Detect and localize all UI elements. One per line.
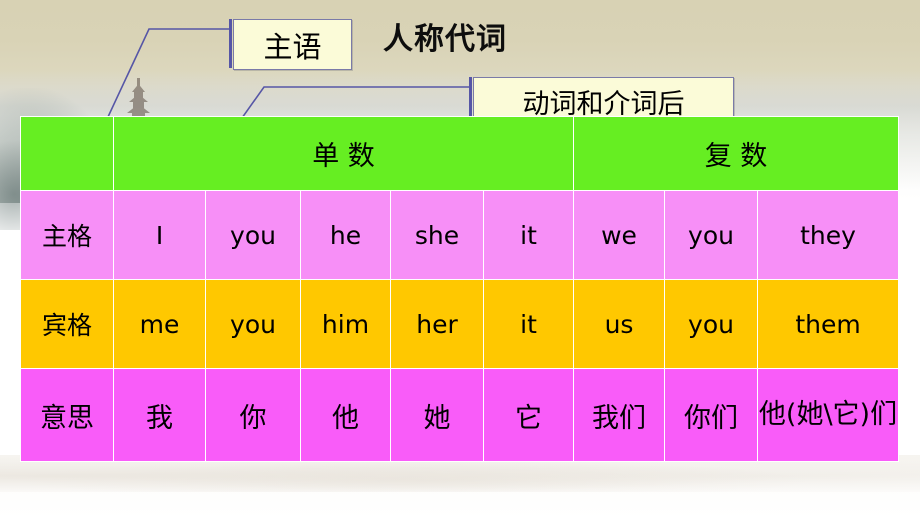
cell-meaning-7: 你们 [664, 368, 758, 462]
callout-subject-label: 主语 [263, 29, 322, 64]
personal-pronouns-table: 单 数 复 数 主格 I you he she it we you they 宾… [20, 116, 900, 462]
header-corner-cell [20, 116, 114, 191]
cell-meaning-8: 他(她\它)们 [756, 368, 900, 462]
cell-meaning-4: 她 [390, 368, 484, 462]
cell-objective-5: it [483, 279, 574, 369]
cell-subjective-4: she [390, 190, 484, 280]
table-row: 宾格 me you him her it us you them [20, 279, 900, 369]
cell-subjective-3: he [300, 190, 391, 280]
header-singular: 单 数 [113, 116, 574, 191]
cell-subjective-7: you [664, 190, 758, 280]
row-label-meaning: 意思 [20, 368, 114, 462]
table-header-row: 单 数 复 数 [20, 116, 900, 191]
cell-objective-2: you [205, 279, 301, 369]
cell-subjective-5: it [483, 190, 574, 280]
cell-meaning-5: 它 [483, 368, 574, 462]
cell-subjective-6: we [573, 190, 665, 280]
cell-objective-3: him [300, 279, 391, 369]
table-row: 主格 I you he she it we you they [20, 190, 900, 280]
row-label-subjective: 主格 [20, 190, 114, 280]
cell-meaning-3: 他 [300, 368, 391, 462]
cell-objective-1: me [113, 279, 206, 369]
cell-subjective-8: they [756, 190, 900, 280]
callout-subject[interactable]: 主语 [233, 19, 352, 70]
cell-meaning-6: 我们 [573, 368, 665, 462]
table-row: 意思 我 你 他 她 它 我们 你们 他(她\它)们 [20, 368, 900, 462]
cell-meaning-1: 我 [113, 368, 206, 462]
cell-objective-4: her [390, 279, 484, 369]
callout-object-label: 动词和介词后 [522, 88, 685, 120]
row-label-objective: 宾格 [20, 279, 114, 369]
cell-objective-8: them [756, 279, 900, 369]
callout-subject-accent-bar [229, 19, 232, 68]
cell-subjective-1: I [113, 190, 206, 280]
cell-objective-6: us [573, 279, 665, 369]
cell-subjective-2: you [205, 190, 301, 280]
page-title: 人称代词 [383, 22, 507, 57]
header-plural: 复 数 [572, 116, 900, 191]
cell-meaning-2: 你 [205, 368, 301, 462]
cell-objective-7: you [664, 279, 758, 369]
